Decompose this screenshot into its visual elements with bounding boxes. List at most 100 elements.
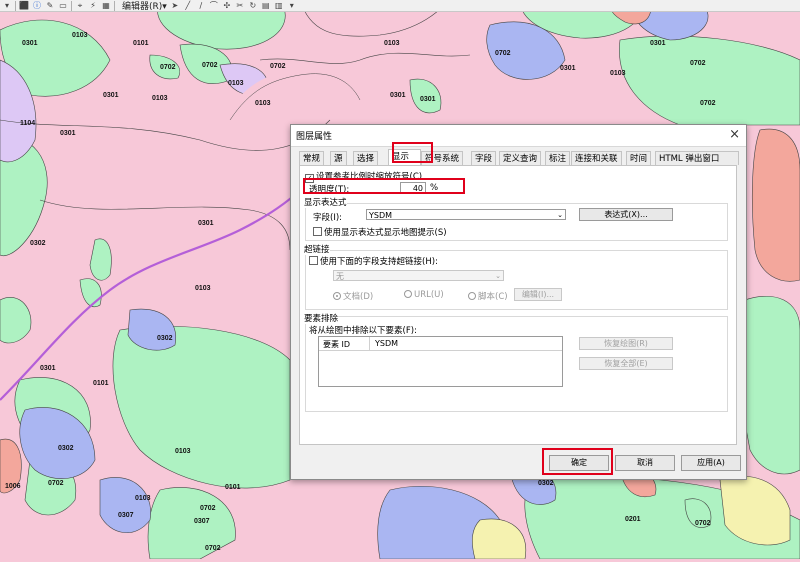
toolbar-separator — [15, 0, 16, 11]
overflow-icon[interactable]: ▾ — [287, 1, 297, 11]
display-tab-panel: ✓ 设置参考比例时缩放符号(C) 透明度(T): 40 % 显示表达式 字段(I)… — [299, 165, 737, 445]
display-expression-title: 显示表达式 — [304, 196, 347, 208]
info-icon[interactable]: ⓘ — [32, 1, 42, 11]
tab-labels[interactable]: 标注 — [545, 151, 571, 165]
tab-source[interactable]: 源 — [330, 151, 347, 165]
tab-time[interactable]: 时间 — [626, 151, 652, 165]
map-polygon-label: 0101 — [93, 380, 109, 387]
close-icon[interactable]: × — [729, 127, 740, 142]
excluded-features-list[interactable]: 要素 ID YSDM — [318, 336, 563, 387]
radio-script[interactable] — [468, 292, 476, 300]
transparency-input[interactable]: 40 — [400, 182, 426, 193]
map-polygon-label: 0702 — [700, 100, 716, 107]
chevron-down-icon[interactable]: ⌄ — [495, 271, 501, 282]
hyperlink-support-checkbox[interactable] — [309, 256, 318, 265]
split-icon[interactable]: ✂ — [235, 1, 245, 11]
cancel-button[interactable]: 取消 — [615, 455, 675, 471]
transparency-unit: % — [430, 183, 439, 193]
map-polygon-label: 0302 — [58, 445, 74, 452]
map-polygon-label: 0103 — [175, 448, 191, 455]
map-tips-checkbox[interactable] — [313, 227, 322, 236]
map-polygon-label: 0301 — [560, 65, 576, 72]
feature-exclusion-title: 要素排除 — [304, 312, 339, 324]
rotate-icon[interactable]: ↻ — [248, 1, 258, 11]
identify-icon[interactable]: ⬛ — [19, 1, 29, 11]
map-polygon-label: 0702 — [200, 505, 216, 512]
restore-drawing-button[interactable]: 恢复绘图(R) — [579, 337, 673, 350]
map-polygon-label: 0702 — [48, 480, 64, 487]
map-polygon-label: 0302 — [30, 240, 46, 247]
sketch-icon[interactable]: ╱ — [183, 1, 193, 11]
vertex-icon[interactable]: ∕ — [196, 1, 206, 11]
apply-button[interactable]: 应用(A) — [681, 455, 741, 471]
map-polygon-label: 0301 — [103, 92, 119, 99]
hyperlinks-title: 超链接 — [304, 243, 330, 255]
toolbar-separator — [71, 0, 72, 11]
map-polygon-label: 0702 — [160, 64, 176, 71]
option-url[interactable]: URL(U) — [404, 290, 444, 300]
map-polygon-label: 0101 — [133, 40, 149, 47]
map-polygon-label: 0702 — [690, 60, 706, 67]
option-url-label: URL(U) — [414, 290, 444, 300]
map-polygon-label: 0307 — [194, 518, 210, 525]
column-divider — [369, 337, 370, 350]
option-script[interactable]: 脚本(C) — [468, 290, 508, 302]
attributes-icon[interactable]: ▤ — [261, 1, 271, 11]
tab-definition-query[interactable]: 定义查询 — [499, 151, 542, 165]
radio-document[interactable] — [333, 292, 341, 300]
dropdown-icon[interactable]: ▾ — [2, 1, 12, 11]
map-polygon-label: 0302 — [157, 335, 173, 342]
map-polygon-label: 0301 — [40, 365, 56, 372]
tab-html-popup[interactable]: HTML 弹出窗口 — [655, 151, 739, 165]
map-polygon-label: 1006 — [5, 483, 21, 490]
tab-joins-relates[interactable]: 连接和关联 — [571, 151, 622, 165]
dialog-titlebar[interactable]: 图层属性 × — [291, 125, 746, 147]
map-polygon-label: 0201 — [625, 516, 641, 523]
field-select[interactable]: YSDM ⌄ — [366, 209, 566, 220]
scale-symbols-checkbox[interactable]: ✓ — [305, 174, 314, 183]
tab-selection[interactable]: 选择 — [353, 151, 379, 165]
point-icon[interactable]: ✣ — [222, 1, 232, 11]
scale-symbols-label: 设置参考比例时缩放符号(C) — [316, 172, 423, 182]
radio-url[interactable] — [404, 290, 412, 298]
transparency-label: 透明度(T): — [309, 185, 350, 195]
map-tips-label: 使用显示表达式显示地图提示(S) — [324, 228, 447, 238]
tab-fields[interactable]: 字段 — [471, 151, 497, 165]
map-polygon-label: 0702 — [202, 62, 218, 69]
map-polygon-label: 0103 — [610, 70, 626, 77]
select-arrow-icon[interactable]: ➤ — [170, 1, 180, 11]
hyperlink-edit-button[interactable]: 编辑(I)... — [514, 288, 562, 301]
hyperlink-support-option[interactable]: 使用下面的字段支持超链接(H): — [309, 255, 438, 267]
tab-general[interactable]: 常规 — [299, 151, 325, 165]
map-polygon-label: 0101 — [225, 484, 241, 491]
tab-symbology[interactable]: 符号系统 — [421, 151, 464, 165]
column-header-feature-id[interactable]: 要素 ID — [323, 339, 350, 350]
map-tips-option[interactable]: 使用显示表达式显示地图提示(S) — [313, 226, 447, 238]
tab-display[interactable]: 显示 — [388, 149, 421, 165]
editor-menu[interactable]: 编辑器(R)▾ — [122, 0, 167, 12]
expression-button[interactable]: 表达式(X)... — [579, 208, 673, 221]
hyperlink-field-select[interactable]: 无 ⌄ — [333, 270, 504, 281]
map-polygon-label: 0702 — [270, 63, 286, 70]
dialog-title: 图层属性 — [296, 132, 333, 142]
ok-button[interactable]: 确定 — [549, 455, 609, 471]
map-polygon-label: 1104 — [20, 120, 36, 127]
column-header-ysdm[interactable]: YSDM — [375, 339, 398, 348]
find-icon[interactable]: ⌖ — [75, 1, 85, 11]
edit-tool-icon[interactable]: ▦ — [101, 1, 111, 11]
hyperlink-icon[interactable]: ⚡ — [88, 1, 98, 11]
trace-icon[interactable]: ⌒ — [209, 1, 219, 11]
html-popup-icon[interactable]: ✎ — [45, 1, 55, 11]
map-polygon-label: 0702 — [205, 545, 221, 552]
chevron-down-icon[interactable]: ⌄ — [557, 210, 563, 221]
restore-all-button[interactable]: 恢复全部(E) — [579, 357, 673, 370]
map-polygon — [751, 128, 800, 282]
measure-icon[interactable]: ▭ — [58, 1, 68, 11]
map-polygon-label: 0103 — [72, 32, 88, 39]
feature-exclusion-description: 将从绘图中排除以下要素(F): — [309, 326, 417, 336]
map-polygon-label: 0301 — [390, 92, 406, 99]
sketch-props-icon[interactable]: ▥ — [274, 1, 284, 11]
map-polygon-label: 0702 — [695, 520, 711, 527]
hyperlink-field-value: 无 — [336, 272, 344, 281]
option-document[interactable]: 文档(D) — [333, 290, 373, 302]
